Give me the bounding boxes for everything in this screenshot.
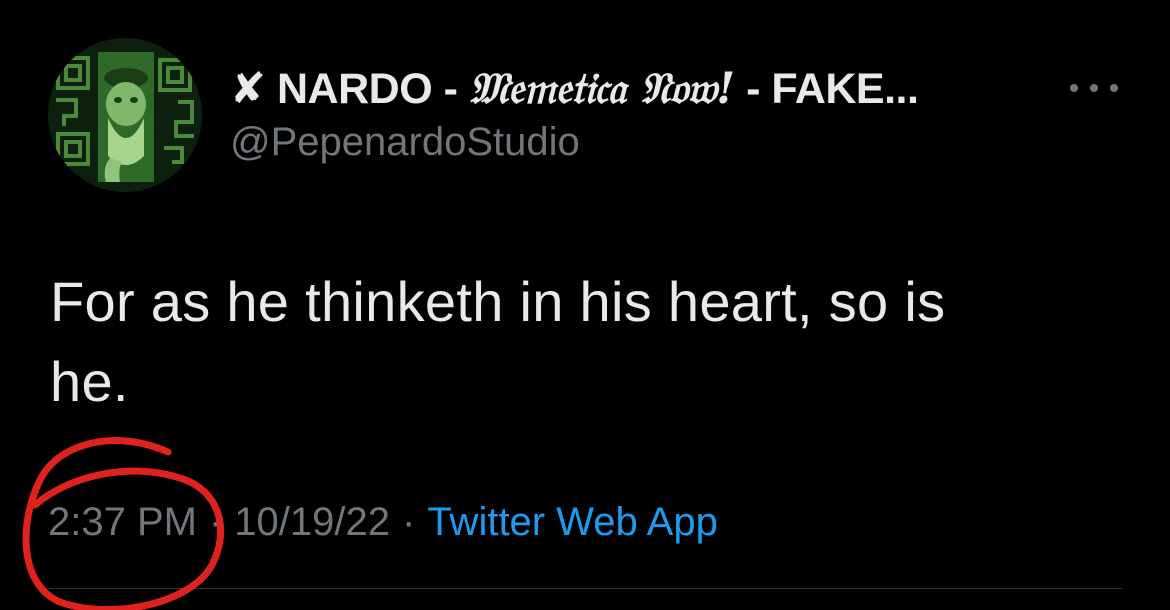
more-dot xyxy=(1090,84,1098,92)
more-dot xyxy=(1070,84,1078,92)
display-name-gothic: 𝔐𝔢𝔪𝔢𝔱𝔦𝔠𝔞 𝔑𝔬𝔴! xyxy=(468,64,735,114)
more-options-icon[interactable] xyxy=(1070,68,1118,108)
meta-separator: · xyxy=(402,500,416,544)
tweet-text: For as he thinketh in his heart, so is h… xyxy=(50,262,1130,422)
tweet-text-line: For as he thinketh in his heart, so is xyxy=(50,270,946,333)
tweet-meta: 2:37 PM · 10/19/22 · Twitter Web App xyxy=(48,500,718,545)
display-name[interactable]: ✘ NARDO - 𝔐𝔢𝔪𝔢𝔱𝔦𝔠𝔞 𝔑𝔬𝔴! - FAKE... xyxy=(230,64,919,114)
tweet-source-link[interactable]: Twitter Web App xyxy=(427,500,718,544)
user-handle[interactable]: @PepenardoStudio xyxy=(230,120,580,165)
avatar[interactable] xyxy=(48,38,202,192)
display-name-suffix: - FAKE... xyxy=(734,65,919,113)
meta-separator: · xyxy=(208,500,223,544)
display-name-prefix: ✘ NARDO - xyxy=(230,65,469,113)
green-portrait-avatar xyxy=(48,38,202,192)
divider xyxy=(48,588,1122,589)
tweet-date[interactable]: 10/19/22 xyxy=(234,500,390,544)
tweet-time[interactable]: 2:37 PM xyxy=(48,500,197,544)
tweet-text-line: he. xyxy=(50,350,129,413)
more-dot xyxy=(1110,84,1118,92)
